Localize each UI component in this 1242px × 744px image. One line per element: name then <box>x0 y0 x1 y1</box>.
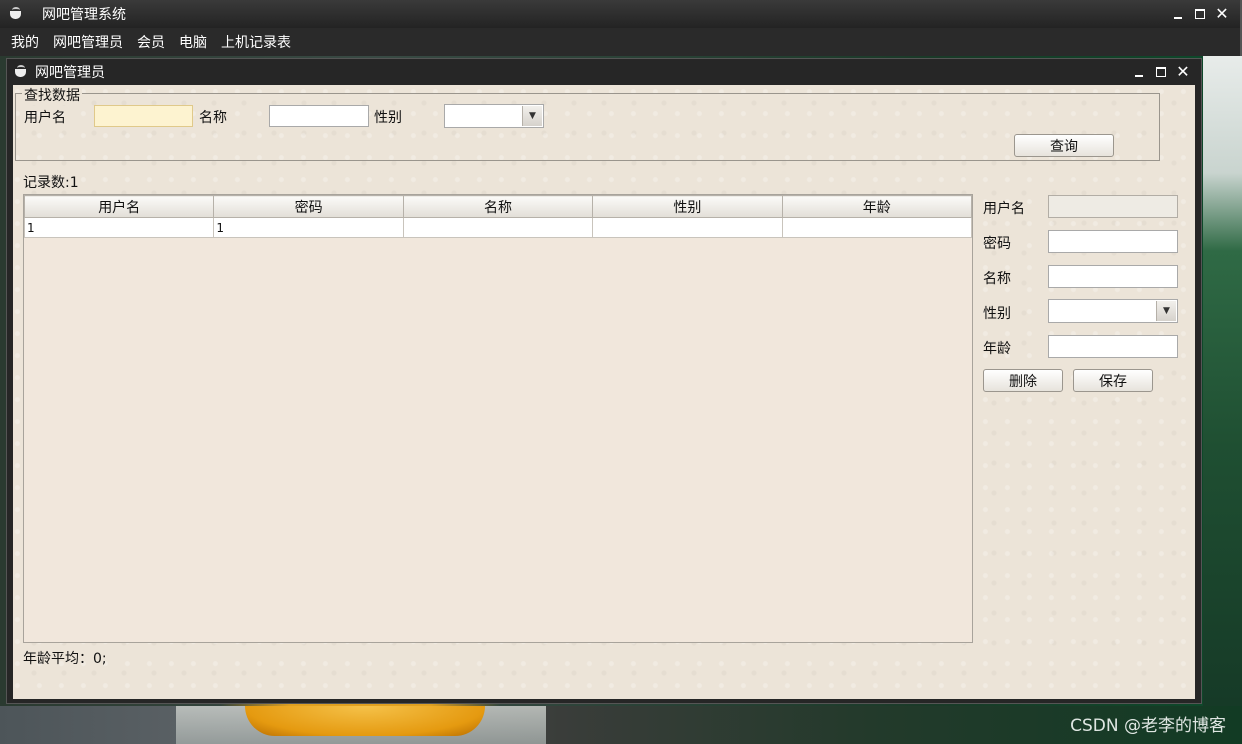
admin-internal-window: 网吧管理员 ✕ 查找数据 用户名 名称 性别 ▼ 查询 记录数:1 用户名 密码… <box>6 58 1202 704</box>
detail-password-label: 密码 <box>983 236 1011 252</box>
data-table: 用户名 密码 名称 性别 年龄 1 1 <box>23 194 973 643</box>
menu-item-computer[interactable]: 电脑 <box>172 32 214 52</box>
menu-item-admin[interactable]: 网吧管理员 <box>46 32 130 52</box>
detail-username-input <box>1048 195 1178 218</box>
delete-button[interactable]: 删除 <box>983 369 1063 392</box>
menu-item-records[interactable]: 上机记录表 <box>214 32 298 52</box>
detail-username-label: 用户名 <box>983 201 1025 217</box>
minimize-icon[interactable] <box>1133 66 1145 78</box>
menu-bar: 我的 网吧管理员 会员 电脑 上机记录表 <box>0 28 1240 56</box>
coffee-cup-icon <box>13 65 31 79</box>
maximize-icon[interactable] <box>1194 8 1206 20</box>
search-name-input[interactable] <box>269 105 369 127</box>
desktop-background-strip <box>1203 56 1242 706</box>
table-cell[interactable] <box>402 217 594 238</box>
detail-gender-select[interactable]: ▼ <box>1048 299 1178 323</box>
column-header-gender[interactable]: 性别 <box>592 195 783 218</box>
query-button[interactable]: 查询 <box>1014 134 1114 157</box>
search-group: 查找数据 用户名 名称 性别 ▼ 查询 <box>15 85 1160 161</box>
menu-item-mine[interactable]: 我的 <box>4 32 46 52</box>
column-header-username[interactable]: 用户名 <box>23 195 215 218</box>
internal-titlebar[interactable]: 网吧管理员 ✕ <box>7 59 1201 85</box>
chevron-down-icon[interactable]: ▼ <box>522 106 542 126</box>
table-header-row: 用户名 密码 名称 性别 年龄 <box>23 195 973 218</box>
detail-gender-label: 性别 <box>983 306 1011 322</box>
beer-image <box>245 706 485 736</box>
table-row[interactable]: 1 1 <box>23 217 973 238</box>
close-icon[interactable]: ✕ <box>1176 64 1189 80</box>
search-username-input[interactable] <box>94 105 193 127</box>
detail-age-label: 年龄 <box>983 341 1011 357</box>
detail-name-input[interactable] <box>1048 265 1178 288</box>
minimize-icon[interactable] <box>1172 8 1184 20</box>
main-window-title: 网吧管理系统 <box>42 7 126 23</box>
table-cell[interactable] <box>592 217 783 238</box>
table-cell[interactable]: 1 <box>23 217 215 238</box>
search-gender-label: 性别 <box>374 110 402 126</box>
chevron-down-icon[interactable]: ▼ <box>1156 301 1176 321</box>
save-button[interactable]: 保存 <box>1073 369 1153 392</box>
detail-password-input[interactable] <box>1048 230 1178 253</box>
table-cell[interactable] <box>781 217 973 238</box>
watermark: CSDN @老李的博客 <box>1070 716 1226 736</box>
column-header-password[interactable]: 密码 <box>213 195 404 218</box>
internal-window-title: 网吧管理员 <box>35 65 105 81</box>
detail-age-input[interactable] <box>1048 335 1178 358</box>
search-gender-select[interactable]: ▼ <box>444 104 544 128</box>
internal-window-body: 查找数据 用户名 名称 性别 ▼ 查询 记录数:1 用户名 密码 名称 性别 年… <box>13 85 1195 699</box>
search-username-label: 用户名 <box>24 110 66 126</box>
record-count: 记录数:1 <box>23 175 79 191</box>
table-cell[interactable]: 1 <box>213 217 404 238</box>
maximize-icon[interactable] <box>1155 66 1167 78</box>
main-window: 网吧管理系统 ✕ 我的 网吧管理员 会员 电脑 上机记录表 <box>0 0 1242 56</box>
average-age: 年龄平均：0; <box>23 651 107 667</box>
search-name-label: 名称 <box>199 110 227 126</box>
menu-item-member[interactable]: 会员 <box>130 32 172 52</box>
coffee-cup-icon <box>8 7 26 21</box>
column-header-age[interactable]: 年龄 <box>781 195 973 218</box>
close-icon[interactable]: ✕ <box>1215 6 1228 22</box>
main-titlebar[interactable]: 网吧管理系统 ✕ <box>0 0 1240 28</box>
search-group-title: 查找数据 <box>22 85 82 105</box>
detail-name-label: 名称 <box>983 271 1011 287</box>
column-header-name[interactable]: 名称 <box>402 195 594 218</box>
